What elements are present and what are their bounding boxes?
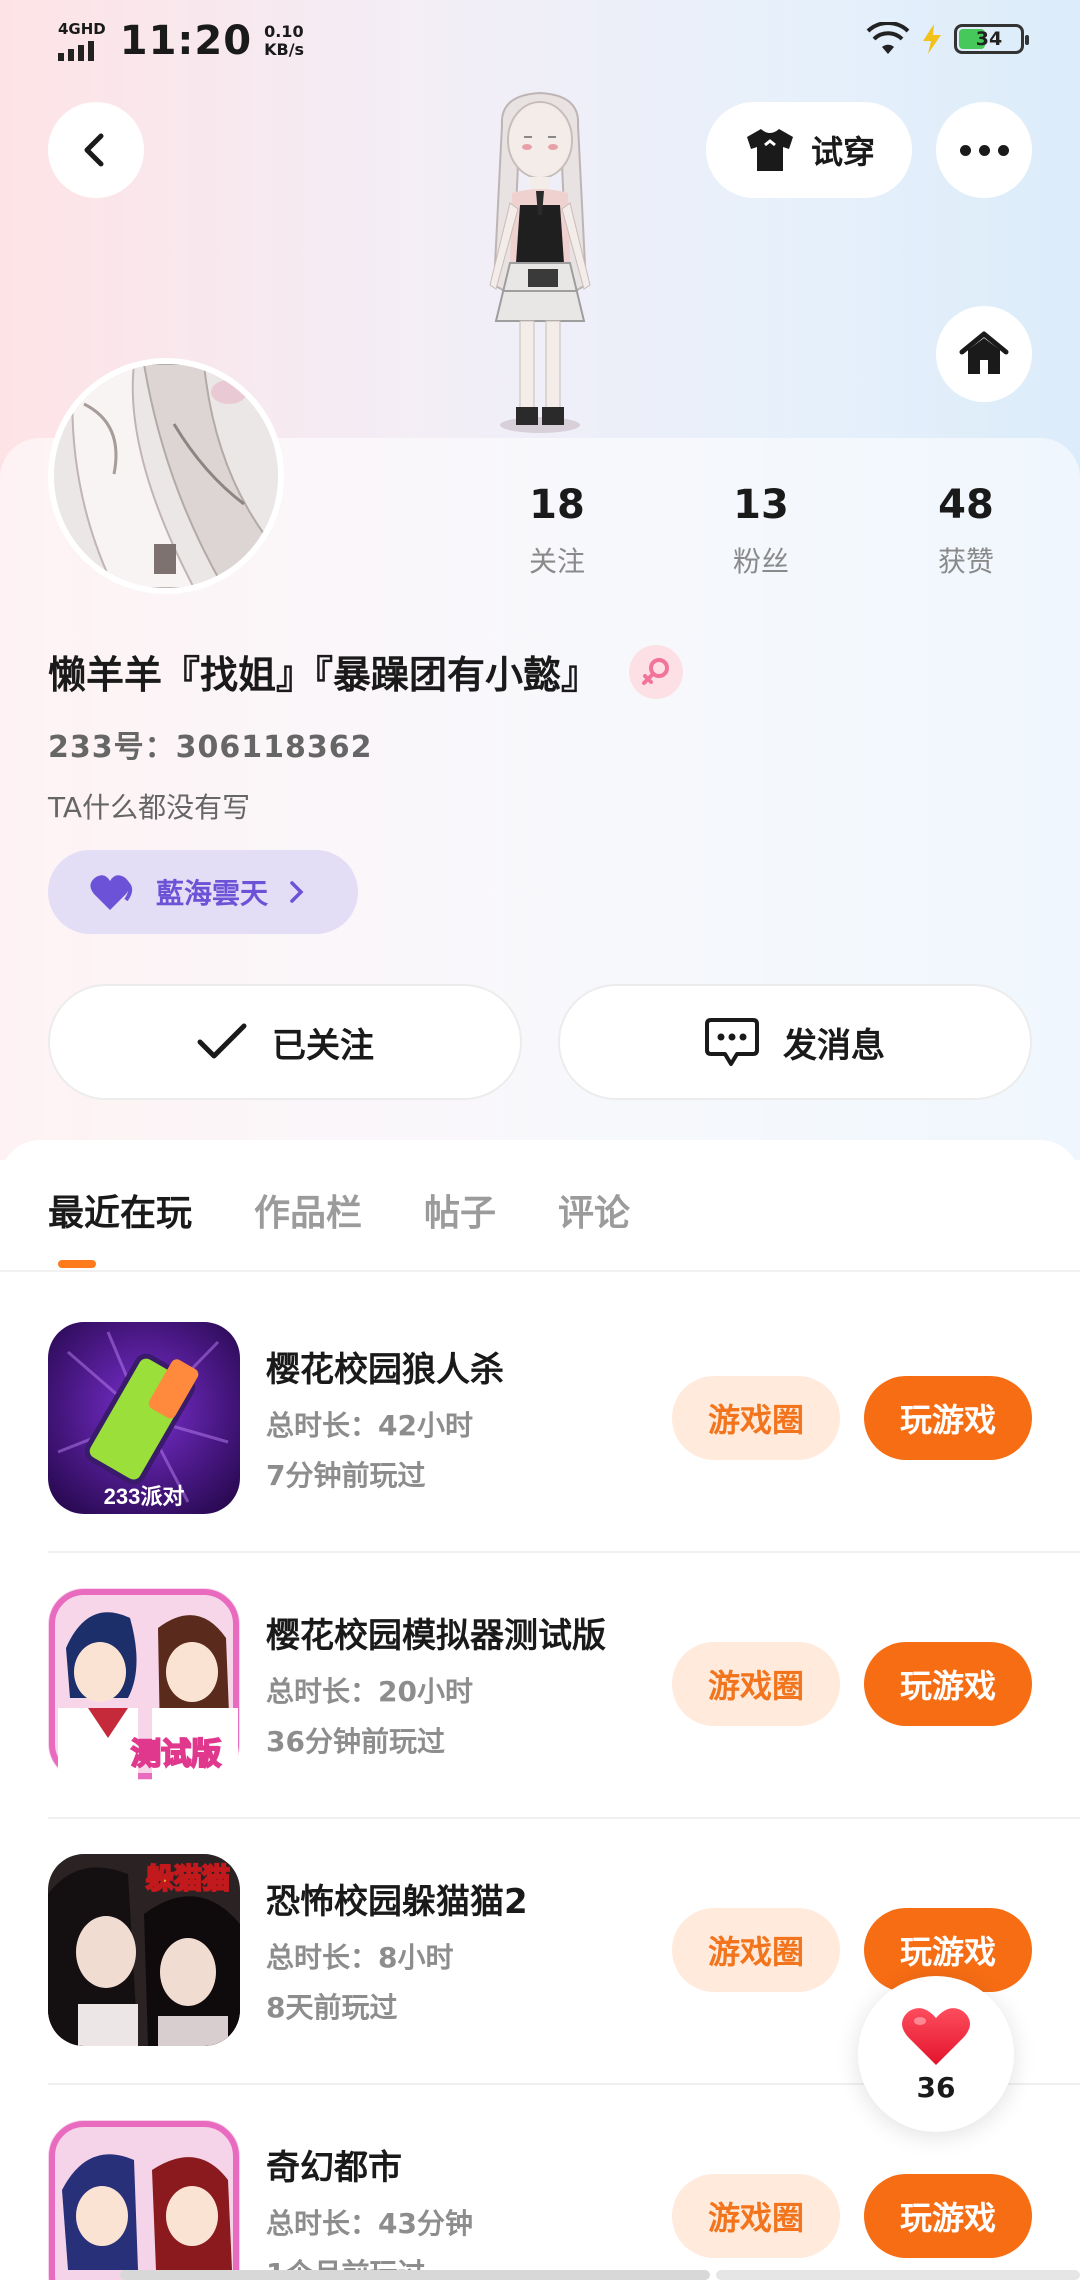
game-title: 樱花校园狼人杀 [266, 1350, 504, 1390]
game-duration: 总时长：43分钟 [266, 2207, 473, 2240]
scroll-indicator [120, 2270, 710, 2280]
divider [48, 1817, 1080, 1819]
list-item[interactable]: 233派对 樱花校园狼人杀 总时长：42小时 7分钟前玩过 游戏圈 玩游戏 [0, 1322, 1080, 1588]
stat-likes[interactable]: 48 获赞 [891, 482, 1041, 580]
stat-value: 18 [529, 482, 585, 528]
game-icon-text: 躲猫猫 [146, 1863, 230, 1894]
home-icon [959, 331, 1009, 374]
group-label: 藍海雲天 [156, 877, 269, 910]
game-title: 樱花校园模拟器测试版 [266, 1616, 606, 1656]
tab-works[interactable]: 作品栏 [254, 1184, 362, 1236]
status-bar: 4GHD 11:20 0.10 KB/s 34 [0, 0, 1080, 80]
game-circle-button[interactable]: 游戏圈 [672, 1642, 840, 1726]
avatar-image [54, 364, 278, 588]
tab-recent-play[interactable]: 最近在玩 [48, 1184, 192, 1236]
avatar[interactable] [48, 358, 284, 594]
list-item[interactable]: 奇幻都市 总时长：43分钟 1个月前玩过 游戏圈 玩游戏 [0, 2120, 1080, 2280]
stat-following[interactable]: 18 关注 [482, 482, 632, 580]
profile-name: 懒羊羊『找姐』『暴躁团有小懿』 [48, 653, 600, 697]
network-type: 4GHD [58, 20, 106, 38]
check-icon [197, 1023, 247, 1059]
battery-icon: 34 [954, 24, 1029, 54]
divider [0, 1270, 1080, 1272]
like-count: 36 [916, 2070, 956, 2104]
divider [48, 1551, 1080, 1553]
game-last-played: 8天前玩过 [266, 1991, 398, 2024]
group-badge[interactable]: 藍海雲天 [48, 850, 358, 934]
bio: TA什么都没有写 [48, 791, 251, 824]
stat-followers[interactable]: 13 粉丝 [686, 482, 836, 580]
game-icon-text: 测试版 [131, 1738, 221, 1771]
speed-value: 0.10 [264, 22, 304, 41]
more-icon [959, 144, 1009, 156]
tab-comments[interactable]: 评论 [558, 1184, 630, 1236]
like-button[interactable]: 36 [858, 1976, 1014, 2132]
stat-label: 关注 [528, 545, 585, 578]
message-label: 发消息 [783, 1025, 885, 1066]
game-duration: 总时长：8小时 [266, 1941, 454, 1974]
try-on-label: 试穿 [810, 133, 875, 171]
message-button[interactable]: 发消息 [558, 984, 1032, 1100]
scroll-indicator [716, 2270, 1080, 2280]
heart-icon [90, 875, 133, 910]
game-last-played: 36分钟前玩过 [266, 1725, 445, 1758]
game-icon: 躲猫猫 [48, 1854, 240, 2046]
character-figure[interactable] [440, 85, 640, 440]
follow-button[interactable]: 已关注 [48, 984, 522, 1100]
chat-icon [705, 1018, 759, 1066]
stat-value: 13 [733, 482, 789, 528]
tshirt-icon [746, 129, 793, 171]
game-icon: 测试版 [48, 1588, 240, 1780]
play-game-button[interactable]: 玩游戏 [864, 2174, 1032, 2258]
charging-icon [923, 24, 941, 54]
tab-indicator [58, 1260, 96, 1268]
network-speed: 0.10 KB/s [264, 23, 304, 59]
user-id: 233号：306118362 [48, 730, 373, 765]
signal-indicator: 4GHD [58, 21, 106, 61]
play-game-button[interactable]: 玩游戏 [864, 1642, 1032, 1726]
game-icon: 233派对 [48, 1322, 240, 1514]
profile-name-row: 懒羊羊『找姐』『暴躁团有小懿』 [48, 644, 684, 699]
home-button[interactable] [936, 306, 1032, 402]
follow-label: 已关注 [272, 1025, 374, 1066]
status-left: 4GHD 11:20 0.10 KB/s [58, 18, 304, 64]
stat-label: 获赞 [937, 545, 994, 578]
list-item[interactable]: 测试版 樱花校园模拟器测试版 总时长：20小时 36分钟前玩过 游戏圈 玩游戏 [0, 1588, 1080, 1854]
tab-bar: 最近在玩 作品栏 帖子 评论 [48, 1184, 630, 1236]
speed-unit: KB/s [264, 40, 305, 59]
game-title: 恐怖校园躲猫猫2 [266, 1882, 528, 1922]
game-circle-button[interactable]: 游戏圈 [672, 1908, 840, 1992]
game-circle-button[interactable]: 游戏圈 [672, 2174, 840, 2258]
back-button[interactable] [48, 102, 144, 198]
signal-icon [58, 39, 94, 61]
try-on-button[interactable]: 试穿 [706, 102, 912, 198]
battery-level: 34 [975, 28, 1003, 50]
game-title: 奇幻都市 [266, 2148, 402, 2188]
game-icon [48, 2120, 240, 2280]
game-last-played: 7分钟前玩过 [266, 1459, 426, 1492]
more-button[interactable] [936, 102, 1032, 198]
status-right: 34 [866, 22, 1029, 56]
stat-value: 48 [938, 482, 994, 528]
chevron-left-icon [84, 133, 104, 167]
female-icon [629, 644, 684, 699]
game-icon-text: 233派对 [104, 1484, 185, 1509]
tab-posts[interactable]: 帖子 [424, 1184, 496, 1236]
stat-label: 粉丝 [732, 545, 789, 578]
wifi-icon [866, 22, 910, 54]
heart-icon [902, 2007, 970, 2065]
clock: 11:20 [119, 18, 253, 64]
chevron-right-icon [290, 881, 304, 903]
game-circle-button[interactable]: 游戏圈 [672, 1376, 840, 1460]
play-game-button[interactable]: 玩游戏 [864, 1376, 1032, 1460]
game-duration: 总时长：42小时 [266, 1409, 473, 1442]
game-duration: 总时长：20小时 [266, 1675, 473, 1708]
